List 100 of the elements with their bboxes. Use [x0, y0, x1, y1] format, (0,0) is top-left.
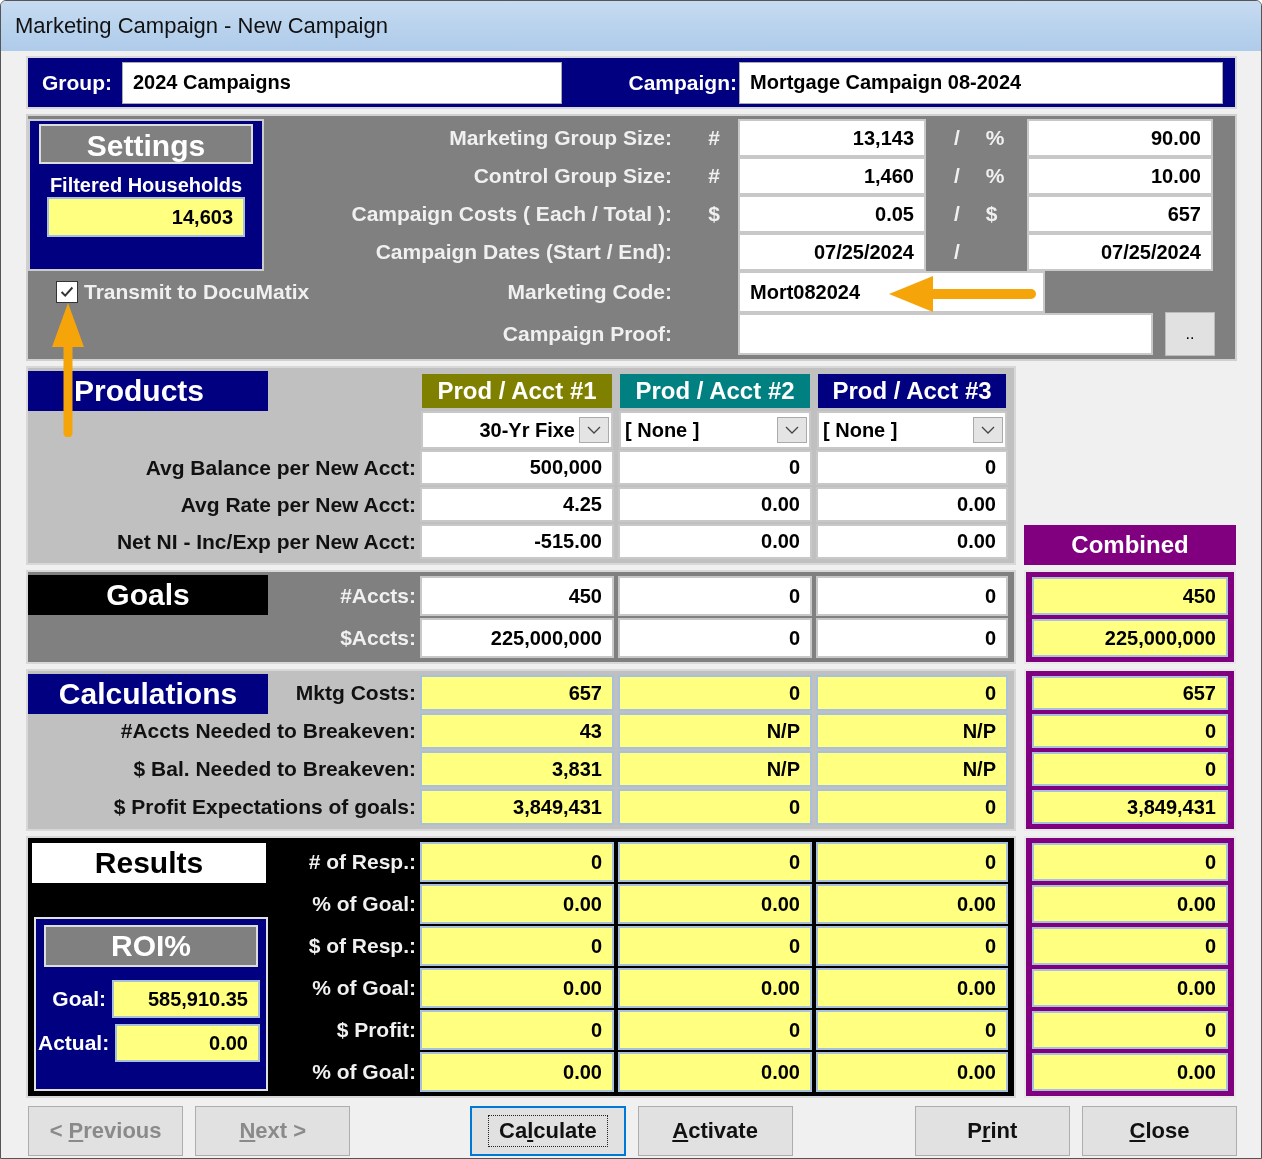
input-field[interactable]: 13,143: [738, 119, 926, 157]
result-field: 0: [618, 675, 812, 711]
result-field: 3,831: [420, 751, 614, 787]
actual-label: Actual:: [38, 1031, 111, 1055]
result-field: N/P: [618, 713, 812, 749]
input-field[interactable]: 07/25/2024: [1027, 233, 1213, 271]
input-field[interactable]: 500,000: [420, 450, 614, 485]
dialog-button[interactable]: Calculate: [470, 1106, 626, 1156]
goal-label: Goal:: [52, 987, 107, 1011]
section-title: Products: [28, 371, 268, 411]
roi-title: ROI%: [44, 925, 258, 967]
column-heading: Prod / Acct #1: [422, 374, 612, 408]
row-label: % of Goal:: [311, 976, 417, 1000]
input-field[interactable]: 10.00: [1027, 157, 1213, 195]
input-field[interactable]: 0: [618, 618, 812, 658]
row-label: $ of Resp.:: [307, 934, 417, 958]
column-heading: Prod / Acct #3: [818, 374, 1006, 408]
row-label: $Accts:: [339, 626, 417, 650]
dialog-button[interactable]: Activate: [637, 1106, 793, 1156]
result-field: 0.00: [420, 1052, 614, 1092]
result-field: 3,849,431: [420, 789, 614, 825]
result-field: 3,849,431: [1032, 790, 1228, 824]
column-heading: Prod / Acct #2: [620, 374, 810, 408]
product-dropdown[interactable]: 30-Yr Fixe: [421, 411, 613, 449]
result-field: 0: [1032, 843, 1228, 881]
input-field[interactable]: 1,460: [738, 157, 926, 195]
proof-field[interactable]: [738, 313, 1153, 355]
result-field: 0: [420, 842, 614, 882]
result-field: 225,000,000: [1032, 619, 1228, 657]
result-field: 0: [1032, 714, 1228, 748]
input-field[interactable]: 90.00: [1027, 119, 1213, 157]
input-field[interactable]: 450: [420, 576, 614, 616]
input-field[interactable]: 07/25/2024: [738, 233, 926, 271]
input-field[interactable]: -515.00: [420, 524, 614, 559]
input-field[interactable]: 0: [618, 450, 812, 485]
result-field: 0.00: [816, 884, 1008, 924]
result-field: N/P: [816, 713, 1008, 749]
campaign-field[interactable]: Mortgage Campaign 08-2024: [739, 61, 1223, 104]
result-field: 0.00: [420, 968, 614, 1008]
unit-symbol: $: [985, 202, 998, 226]
window-title: Marketing Campaign - New Campaign: [15, 13, 388, 39]
input-field[interactable]: 0.00: [618, 487, 812, 522]
input-field[interactable]: 225,000,000: [420, 618, 614, 658]
section-title: Calculations: [28, 674, 268, 714]
row-label: #Accts:: [339, 584, 417, 608]
result-field: 0: [816, 842, 1008, 882]
input-field[interactable]: 0.00: [816, 487, 1008, 522]
product-dropdown[interactable]: [ None ]: [619, 411, 811, 449]
input-field[interactable]: 0.00: [618, 524, 812, 559]
section-title: Goals: [28, 575, 268, 615]
row-label: Avg Rate per New Acct:: [179, 492, 417, 517]
result-field: 0: [1032, 752, 1228, 786]
result-field: 0: [618, 1010, 812, 1050]
checkbox[interactable]: [56, 281, 78, 303]
setting-label: Control Group Size:: [472, 164, 673, 188]
input-field[interactable]: 0: [816, 576, 1008, 616]
unit-symbol: #: [707, 164, 721, 188]
input-field[interactable]: 0: [816, 450, 1008, 485]
input-field[interactable]: 0: [618, 576, 812, 616]
annotation-arrow-icon: [887, 274, 1037, 314]
households-label: Filtered Households: [49, 174, 243, 197]
checkbox-label: Transmit to DocuMatix: [84, 280, 310, 304]
row-label: $ Profit Expectations of goals:: [112, 795, 417, 819]
separator: /: [954, 164, 960, 188]
unit-symbol: %: [985, 126, 1005, 150]
setting-label: Marketing Group Size:: [448, 126, 673, 150]
result-field: 0: [618, 842, 812, 882]
input-field[interactable]: 4.25: [420, 487, 614, 522]
row-label: % of Goal:: [311, 1060, 417, 1084]
result-field: 0.00: [816, 968, 1008, 1008]
product-dropdown[interactable]: [ None ]: [817, 411, 1007, 449]
result-field: 657: [1032, 676, 1228, 710]
input-field[interactable]: 0: [816, 618, 1008, 658]
campaign-label: Campaign:: [628, 70, 738, 95]
result-field: 0.00: [618, 1052, 812, 1092]
input-field[interactable]: 657: [1027, 195, 1213, 233]
result-field: N/P: [816, 751, 1008, 787]
dialog-button[interactable]: Close: [1081, 1106, 1238, 1156]
browse-button[interactable]: ..: [1165, 312, 1215, 356]
dialog-button[interactable]: Print: [914, 1106, 1070, 1156]
row-label: Avg Balance per New Acct:: [144, 455, 417, 480]
result-field: 450: [1032, 577, 1228, 615]
result-field: 0: [618, 926, 812, 966]
result-field: 0: [816, 675, 1008, 711]
group-field[interactable]: 2024 Campaigns: [122, 61, 562, 104]
result-field: 0: [1032, 1011, 1228, 1049]
input-field[interactable]: 0.00: [816, 524, 1008, 559]
result-field: 0: [816, 789, 1008, 825]
row-label: # of Resp.:: [307, 850, 417, 874]
row-label: Mktg Costs:: [294, 681, 417, 705]
separator: /: [954, 240, 960, 264]
input-field[interactable]: 0.05: [738, 195, 926, 233]
separator: /: [954, 126, 960, 150]
section-title: Results: [32, 843, 266, 883]
result-field: 0.00: [1032, 885, 1228, 923]
households-field: 14,603: [47, 197, 245, 237]
unit-symbol: $: [707, 202, 721, 226]
result-field: 0: [816, 926, 1008, 966]
row-label: Net NI - Inc/Exp per New Acct:: [115, 529, 417, 554]
row-label: $ Profit:: [335, 1018, 417, 1042]
